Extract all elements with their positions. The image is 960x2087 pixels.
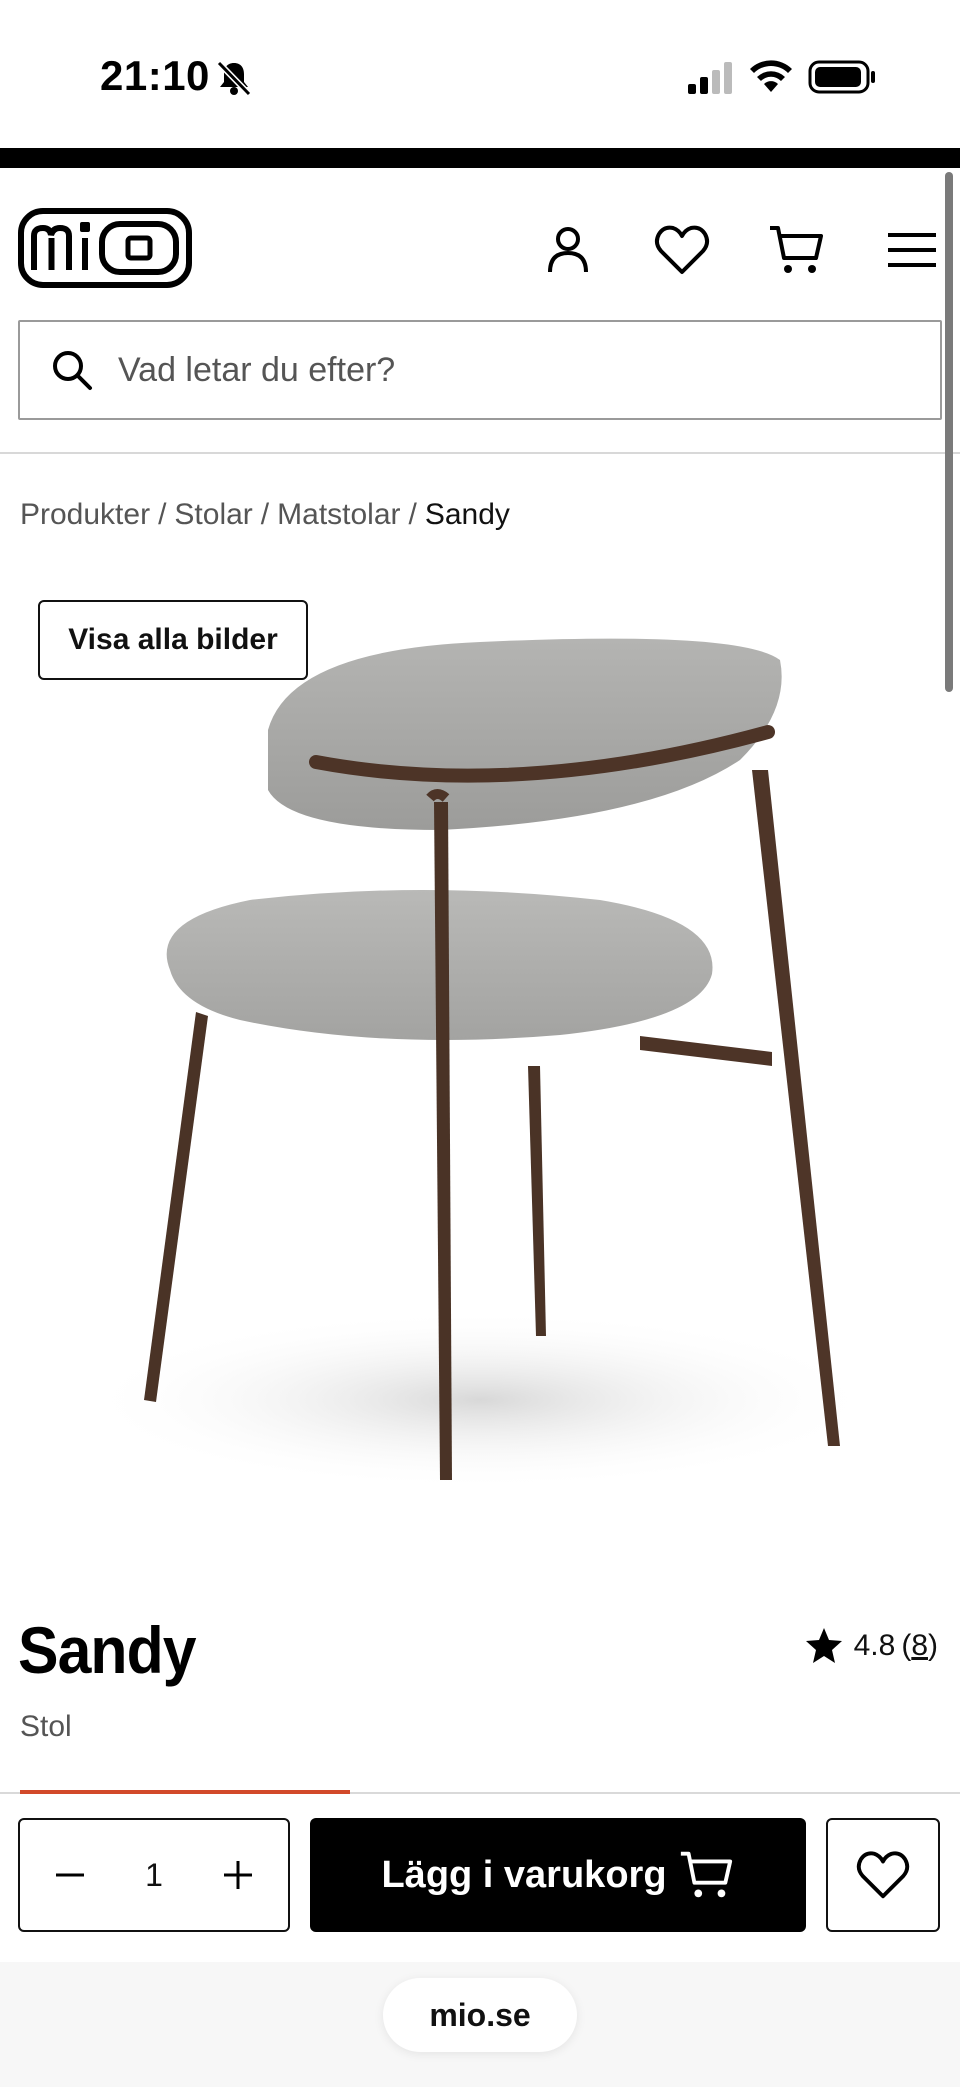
breadcrumb-separator: / — [158, 498, 167, 531]
breadcrumb-separator: / — [408, 498, 417, 531]
review-count-link[interactable]: 8 — [911, 1629, 928, 1662]
wishlist-button[interactable] — [826, 1818, 940, 1932]
site-header: Vad letar du efter? — [0, 168, 960, 454]
cart-icon[interactable] — [766, 220, 826, 280]
heart-icon — [856, 1851, 910, 1899]
breadcrumb-item-produkter[interactable]: Produkter — [20, 498, 150, 532]
breadcrumb-item-matstolar[interactable]: Matstolar — [277, 498, 400, 532]
search-placeholder: Vad letar du efter? — [118, 350, 396, 389]
add-to-cart-button[interactable]: Lägg i varukorg — [310, 1818, 806, 1932]
quantity-value[interactable]: 1 — [145, 1857, 163, 1894]
breadcrumb-current: Sandy — [424, 498, 510, 531]
account-icon[interactable] — [538, 220, 598, 280]
plus-icon — [223, 1861, 252, 1889]
mio-logo[interactable] — [18, 208, 192, 288]
product-image[interactable] — [0, 580, 960, 1580]
cart-icon — [680, 1851, 732, 1898]
breadcrumb-item-stolar[interactable]: Stolar — [174, 498, 252, 532]
quantity-stepper: 1 — [18, 1818, 290, 1932]
product-subtitle: Stol — [20, 1710, 72, 1743]
menu-icon[interactable] — [882, 220, 942, 280]
battery-icon — [808, 60, 875, 94]
top-band — [0, 148, 960, 168]
signal-icon — [688, 62, 732, 94]
bell-muted-icon — [216, 60, 252, 97]
view-all-images-button[interactable]: Visa alla bilder — [38, 600, 308, 680]
star-icon — [805, 1628, 842, 1663]
breadcrumb: Produkter / Stolar / Matstolar / Sandy — [20, 498, 510, 532]
breadcrumb-separator: / — [260, 498, 270, 531]
heart-icon[interactable] — [652, 220, 712, 280]
search-input[interactable]: Vad letar du efter? — [18, 320, 942, 420]
search-icon — [53, 351, 92, 390]
status-bar: 21:10 — [0, 0, 960, 148]
rating-count[interactable]: (8) — [901, 1629, 938, 1663]
minus-icon — [56, 1873, 84, 1877]
add-to-cart-label: Lägg i varukorg — [381, 1853, 667, 1896]
product-title: Sandy — [18, 1613, 197, 1687]
scroll-progress-indicator — [20, 1790, 350, 1794]
decrease-quantity-button[interactable] — [50, 1855, 90, 1895]
wifi-icon — [750, 60, 792, 92]
increase-quantity-button[interactable] — [218, 1855, 258, 1895]
status-time: 21:10 — [100, 52, 210, 99]
purchase-bar: 1 Lägg i varukorg — [0, 1790, 960, 1962]
rating-value: 4.8 — [853, 1629, 896, 1662]
browser-address-pill[interactable]: mio.se — [383, 1978, 577, 2052]
product-rating[interactable]: 4.8 (8) — [804, 1626, 938, 1666]
